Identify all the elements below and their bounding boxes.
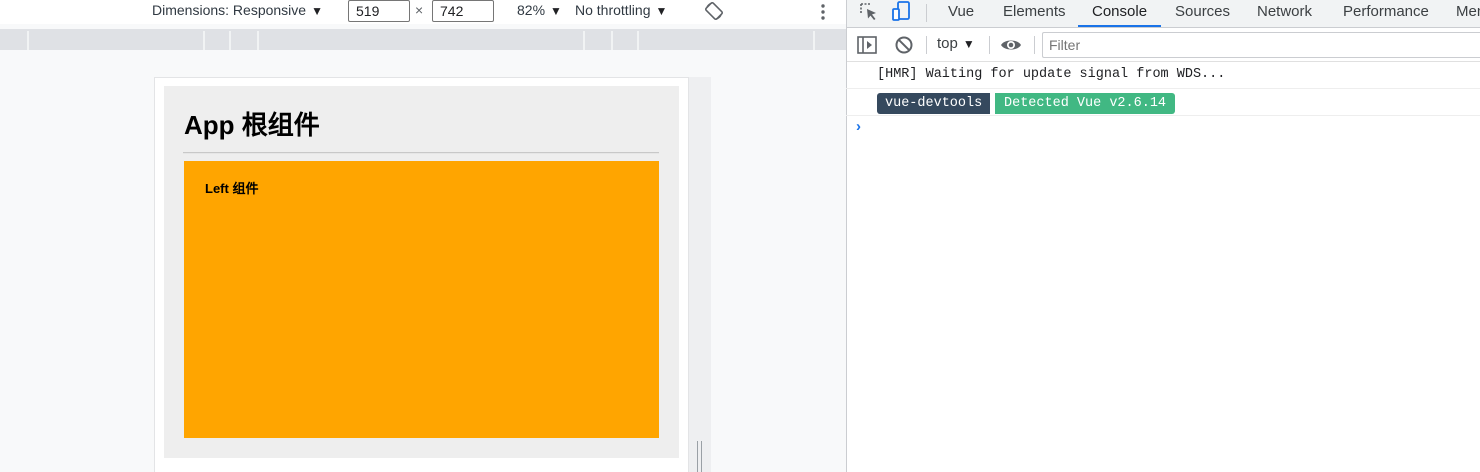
resize-handle[interactable] xyxy=(696,441,703,472)
dimensions-dropdown[interactable]: Dimensions: Responsive ▼ xyxy=(152,2,323,18)
left-component-title: Left 组件 xyxy=(205,181,259,196)
tab-console[interactable]: Console xyxy=(1092,0,1147,28)
viewport-resize-gutter xyxy=(689,77,711,472)
zoom-dropdown[interactable]: 82% ▼ xyxy=(517,2,562,18)
toolbar-divider xyxy=(926,4,927,22)
chevron-down-icon: ▼ xyxy=(655,4,668,18)
throttling-label: No throttling xyxy=(575,2,651,18)
toolbar-divider xyxy=(926,36,927,54)
left-component: Left 组件 xyxy=(184,161,659,438)
tab-network[interactable]: Network xyxy=(1257,0,1312,28)
media-query-ruler[interactable] xyxy=(0,29,846,50)
divider xyxy=(183,152,659,154)
dimensions-label: Dimensions: Responsive xyxy=(152,2,307,18)
tab-performance[interactable]: Performance xyxy=(1343,0,1429,28)
devtools-device-mode-screen: Dimensions: Responsive ▼ × 82% ▼ No thrott… xyxy=(0,0,1480,472)
vue-devtools-badge: vue-devtools xyxy=(877,93,991,114)
rotate-icon[interactable] xyxy=(704,1,724,21)
console-message-text: [HMR] Waiting for update signal from WDS… xyxy=(877,67,1226,82)
eye-icon[interactable] xyxy=(999,33,1023,57)
sidebar-toggle-icon[interactable] xyxy=(855,33,879,57)
app-title: App 根组件 xyxy=(184,110,320,140)
device-toggle-icon[interactable] xyxy=(890,0,914,24)
tab-elements[interactable]: Elements xyxy=(1003,0,1066,28)
chevron-down-icon: ▼ xyxy=(962,37,975,51)
active-tab-indicator xyxy=(1078,25,1161,27)
tab-sources[interactable]: Sources xyxy=(1175,0,1230,28)
filter-input[interactable] xyxy=(1042,32,1480,58)
console-message: [HMR] Waiting for update signal from WDS… xyxy=(846,63,1480,89)
app-root-component: App 根组件 Left 组件 xyxy=(164,86,679,458)
chevron-down-icon: ▼ xyxy=(311,4,323,18)
more-options-icon[interactable] xyxy=(818,2,828,22)
inspect-element-icon[interactable] xyxy=(857,0,881,24)
throttling-dropdown[interactable]: No throttling ▼ xyxy=(575,2,667,18)
context-selector[interactable]: top ▼ xyxy=(937,35,975,52)
times-icon: × xyxy=(415,2,424,18)
zoom-label: 82% xyxy=(517,2,546,18)
tab-vue[interactable]: Vue xyxy=(948,0,974,28)
toolbar-divider xyxy=(1034,36,1035,54)
chevron-down-icon: ▼ xyxy=(550,4,562,18)
tab-memory[interactable]: Mem xyxy=(1456,0,1480,28)
console-prompt-icon[interactable]: › xyxy=(856,118,861,135)
device-emulation-pane: Dimensions: Responsive ▼ × 82% ▼ No thrott… xyxy=(0,0,846,472)
toolbar-divider xyxy=(989,36,990,54)
vue-version-badge: Detected Vue v2.6.14 xyxy=(995,93,1176,114)
clear-console-icon[interactable] xyxy=(892,33,916,57)
device-toolbar: Dimensions: Responsive ▼ × 82% ▼ No thrott… xyxy=(0,0,846,24)
context-label: top xyxy=(937,35,958,52)
height-input[interactable] xyxy=(432,0,494,22)
width-input[interactable] xyxy=(348,0,410,22)
